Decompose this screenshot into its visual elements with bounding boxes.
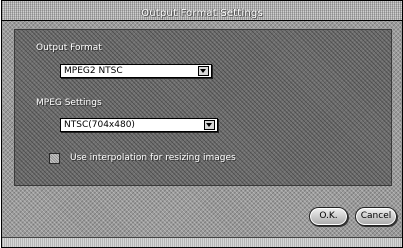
interpolation-label[interactable]: Use interpolation for resizing images [70, 153, 236, 163]
ok-button[interactable]: O.K. [309, 207, 348, 226]
cancel-button[interactable]: Cancel [355, 207, 397, 226]
dialog-title: Output Format Settings [141, 8, 263, 19]
chevron-down-icon[interactable] [204, 120, 215, 130]
output-format-select[interactable]: MPEG2 NTSC [60, 64, 212, 78]
interpolation-checkbox[interactable] [49, 153, 60, 164]
mpeg-settings-value: NTSC(704x480) [64, 120, 135, 130]
chevron-down-icon[interactable] [198, 66, 209, 76]
dialog-titlebar[interactable]: Output Format Settings [2, 1, 402, 21]
mpeg-settings-select[interactable]: NTSC(704x480) [60, 118, 218, 132]
output-format-settings-dialog: Output Format Settings Output Format MPE… [1, 0, 403, 248]
window-bottom-strip [2, 237, 402, 247]
output-format-label: Output Format [36, 43, 102, 53]
mpeg-settings-label: MPEG Settings [36, 98, 102, 108]
output-format-value: MPEG2 NTSC [64, 66, 123, 76]
